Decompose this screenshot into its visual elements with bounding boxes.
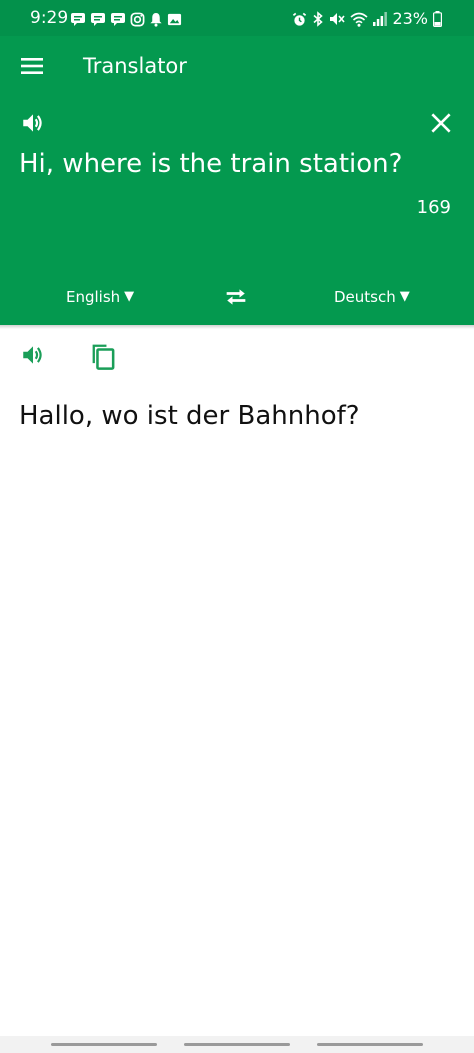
- signal-icon: [373, 12, 388, 26]
- source-language-label: English: [66, 288, 121, 306]
- character-count: 169: [416, 197, 451, 218]
- dropdown-caret-icon: ▼: [399, 289, 410, 304]
- source-language-dropdown[interactable]: English ▼: [66, 286, 134, 308]
- close-icon: [431, 113, 451, 133]
- language-selector-row: English ▼ Deutsch ▼: [0, 280, 474, 316]
- status-time: 9:29: [30, 8, 69, 28]
- notification-icons: [70, 10, 182, 28]
- bluetooth-icon: [313, 11, 324, 27]
- system-icons: 23%: [292, 10, 442, 28]
- speaker-icon: [23, 346, 42, 364]
- result-speak-button[interactable]: [20, 342, 46, 368]
- message-icon: [91, 13, 105, 26]
- mute-icon: [330, 13, 346, 25]
- copy-button[interactable]: [89, 340, 117, 370]
- battery-icon: [433, 11, 442, 27]
- panel-shadow: [0, 325, 474, 329]
- alarm-icon: [293, 12, 307, 26]
- top-panel: 9:29 23% Translator Hi, where is the tra…: [0, 0, 474, 325]
- target-language-label: Deutsch: [334, 288, 396, 306]
- status-bar: 9:29 23%: [0, 0, 474, 36]
- clear-button[interactable]: [428, 110, 454, 136]
- instagram-icon: [130, 12, 145, 26]
- copy-icon: [92, 344, 115, 370]
- translated-text: Hallo, wo ist der Bahnhof?: [19, 401, 360, 431]
- app-title: Translator: [83, 54, 187, 78]
- message-icon: [71, 13, 85, 26]
- message-icon: [111, 13, 125, 26]
- nav-back-handle[interactable]: [317, 1043, 423, 1046]
- swap-icon: [226, 289, 246, 305]
- battery-percent: 23%: [392, 9, 428, 28]
- menu-icon: [21, 58, 43, 74]
- source-text-input[interactable]: Hi, where is the train station?: [19, 146, 449, 182]
- target-language-dropdown[interactable]: Deutsch ▼: [334, 286, 410, 308]
- nav-recents-handle[interactable]: [51, 1043, 157, 1046]
- gallery-icon: [167, 13, 182, 25]
- navigation-bar: [0, 1036, 474, 1053]
- menu-button[interactable]: [20, 54, 44, 78]
- source-speak-button[interactable]: [20, 110, 46, 136]
- wifi-icon: [350, 12, 368, 27]
- bell-icon: [150, 12, 162, 27]
- nav-home-handle[interactable]: [184, 1043, 290, 1046]
- speaker-icon: [23, 114, 42, 132]
- swap-languages-button[interactable]: [222, 283, 250, 311]
- dropdown-caret-icon: ▼: [124, 289, 135, 304]
